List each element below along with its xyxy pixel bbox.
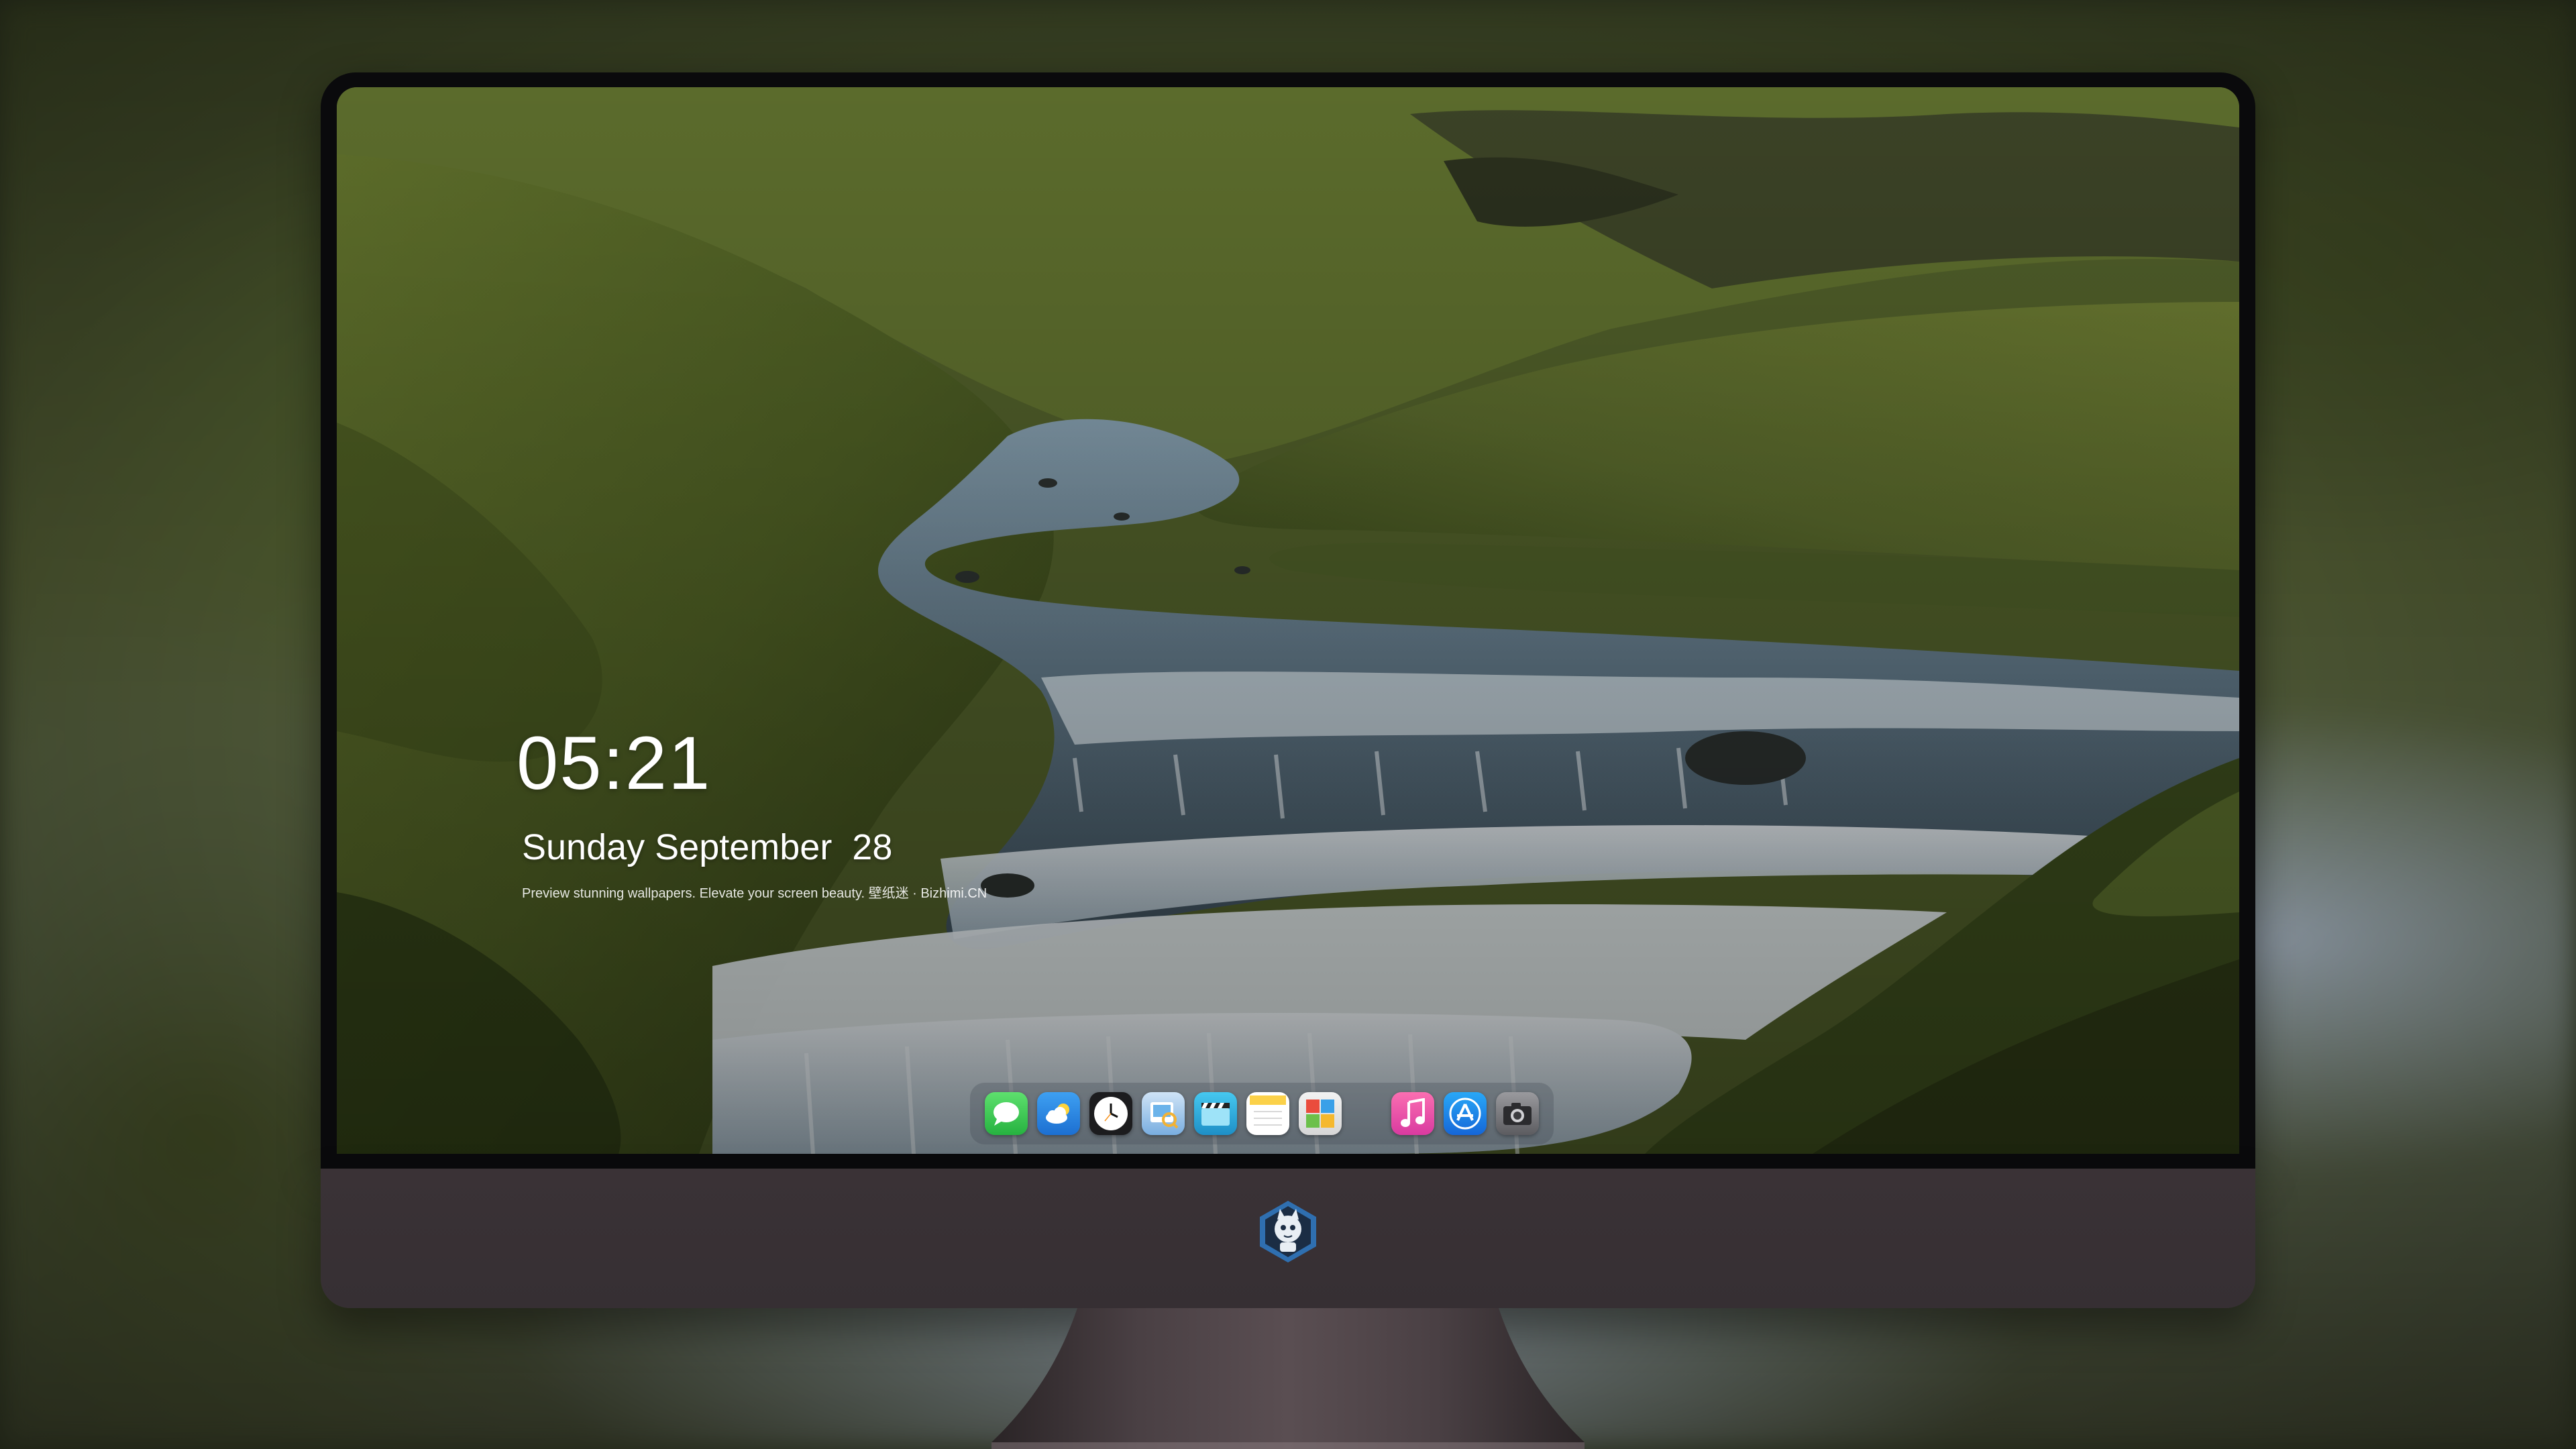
camera-icon[interactable] [1496, 1092, 1539, 1135]
notes-icon[interactable] [1246, 1092, 1289, 1135]
app-store-icon[interactable] [1444, 1092, 1487, 1135]
wallpaper-credit: Preview stunning wallpapers. Elevate you… [522, 886, 987, 901]
preview-icon[interactable] [1142, 1092, 1185, 1135]
display-bezel: 05:21 Sunday September 28 Preview stunni… [321, 72, 2255, 1169]
messages-icon[interactable] [985, 1092, 1028, 1135]
dock [970, 1083, 1554, 1144]
imac-stand [991, 1308, 1585, 1449]
clock-icon[interactable] [1089, 1092, 1132, 1135]
desktop-screen: 05:21 Sunday September 28 Preview stunni… [337, 87, 2239, 1154]
wallpaper-image [337, 87, 2239, 1154]
lock-screen-date: Sunday September 28 [522, 827, 893, 867]
clips-icon[interactable] [1194, 1092, 1237, 1135]
mascot-logo-icon [1260, 1201, 1316, 1263]
imac-device: 05:21 Sunday September 28 Preview stunni… [321, 72, 2255, 1308]
music-icon[interactable] [1391, 1092, 1434, 1135]
photo-booth-icon[interactable] [1299, 1092, 1342, 1135]
weather-icon[interactable] [1037, 1092, 1080, 1135]
lock-screen-time: 05:21 [517, 721, 712, 805]
dock-separator [1351, 1113, 1382, 1114]
